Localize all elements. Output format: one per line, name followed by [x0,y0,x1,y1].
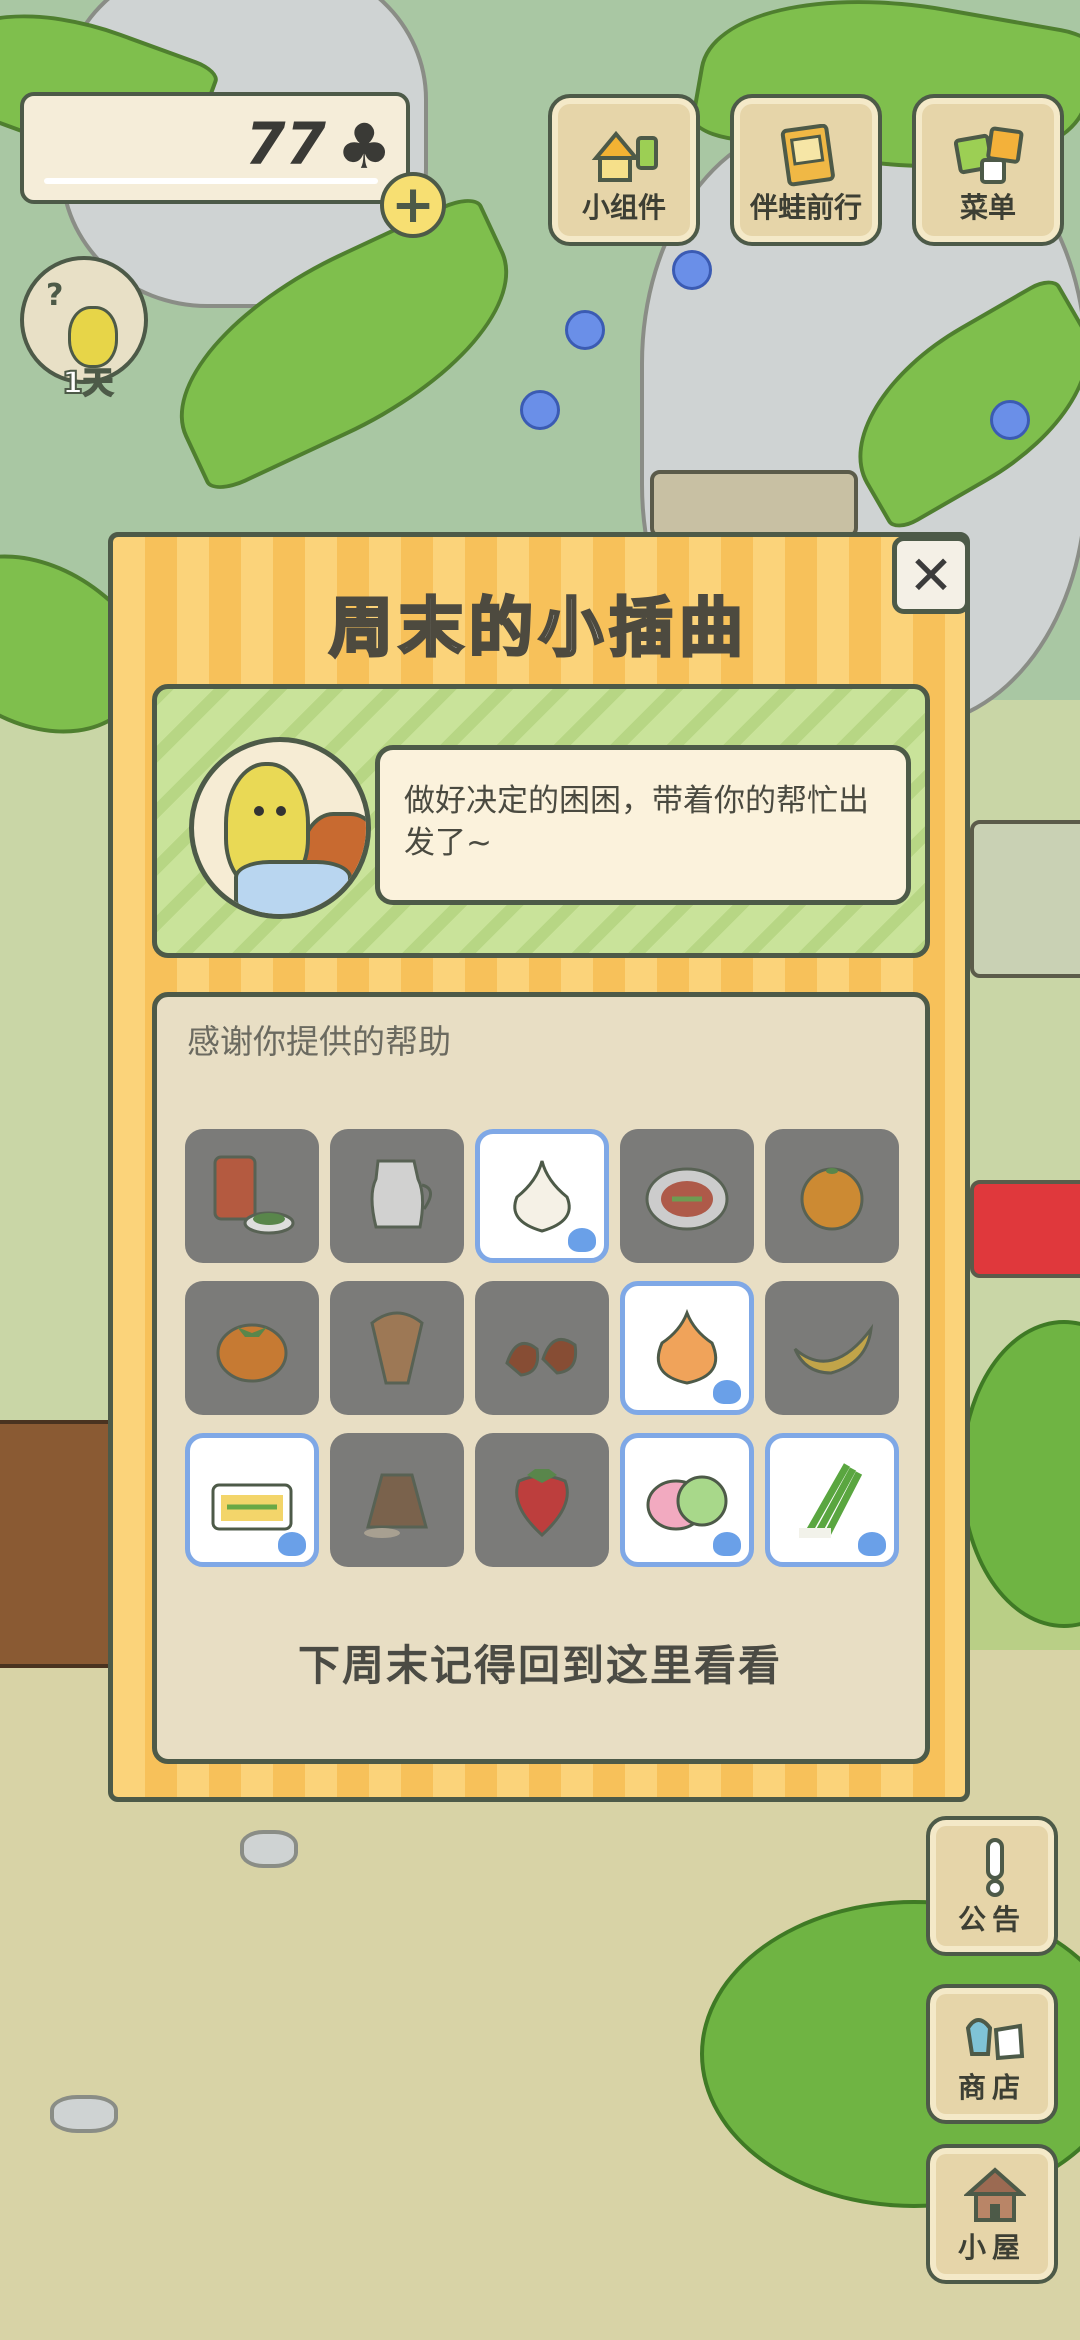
question-icon: ? [46,278,64,313]
items-caption: 感谢你提供的帮助 [187,1022,451,1061]
item-slot-milk-jug[interactable] [330,1129,464,1263]
item-slot-garlic[interactable] [475,1129,609,1263]
persimmon-icon [216,1323,288,1383]
announcement-label: 公告 [957,1903,1026,1936]
dialog-footer: 下周末记得回到这里看看 [297,1641,782,1690]
item-slot-onion[interactable] [620,1281,754,1415]
milk-jug-icon [370,1159,432,1229]
pointer-hand-icon [711,1530,743,1558]
widget-icon [591,130,658,182]
chestnuts-icon [505,1337,578,1377]
cage [970,820,1080,978]
item-slot-salad-plate[interactable] [620,1129,754,1263]
strawberry-icon [515,1469,569,1538]
orange-icon [800,1167,864,1231]
widget-button[interactable]: 小组件 [548,94,700,246]
item-slot-persimmon[interactable] [185,1281,319,1415]
flower [990,400,1030,440]
item-slot-chestnuts[interactable] [475,1281,609,1415]
widget-button-label: 小组件 [581,191,666,224]
days-away-label: 1天 [61,365,114,402]
rice-sack-icon [364,1473,428,1538]
pebble [240,1830,298,1868]
item-slot-mochi[interactable] [620,1433,754,1567]
banana-icon [793,1323,874,1375]
clover-icon: ♣ [336,110,392,183]
dialog-title: 周末的小插曲 [328,591,749,668]
snail-eye [276,806,286,816]
add-clover-button[interactable]: + [380,172,446,238]
message-panel: 做好决定的困困，带着你的帮忙出发了~ [152,684,930,958]
menu-button-label: 菜单 [959,191,1016,224]
item-slot-banana[interactable] [765,1281,899,1415]
snail-portrait [189,737,371,919]
item-slot-strawberry[interactable] [475,1433,609,1567]
travel-companion-label: 伴蛙前行 [749,191,862,224]
clover-counter: 77 ♣ [20,92,410,204]
item-slot-tea-can-and-greens[interactable] [185,1129,319,1263]
announcement-button[interactable]: 公告 [926,1816,1058,1956]
pointer-hand-icon [566,1226,598,1254]
snail-eye [254,806,264,816]
item-slot-orange[interactable] [765,1129,899,1263]
house-label: 小屋 [957,2231,1026,2264]
pointer-hand-icon [276,1530,308,1558]
house-button[interactable]: 小屋 [926,2144,1058,2284]
counter-underline [44,178,378,184]
announcement-icon [964,1836,1026,1898]
flower [672,250,712,290]
item-slot-green-onion[interactable] [765,1433,899,1567]
clover-count: 77 [245,110,326,178]
nut-bouquet-icon [370,1311,424,1385]
travel-companion-button[interactable]: 伴蛙前行 [730,94,882,246]
shop-icon [964,2004,1026,2066]
item-slot-rice-sack[interactable] [330,1433,464,1567]
shop-label: 商店 [957,2071,1026,2104]
travel-book-icon [780,124,835,187]
house-icon [964,2164,1026,2226]
menu-button[interactable]: 菜单 [912,94,1064,246]
menu-cards-icon [954,126,1024,184]
item-grid [185,1129,899,1567]
salad-plate-icon [645,1167,729,1231]
flower [565,310,605,350]
tea-can-and-greens-icon [213,1155,295,1235]
speech-bubble: 做好决定的困困，带着你的帮忙出发了~ [375,745,911,905]
item-slot-nut-bouquet[interactable] [330,1281,464,1415]
flower [520,390,560,430]
snail-scarf [234,860,352,914]
pointer-hand-icon [856,1530,888,1558]
item-slot-bento-box[interactable] [185,1433,319,1567]
shop-button[interactable]: 商店 [926,1984,1058,2124]
hut-roof [650,470,858,538]
close-button[interactable]: ✕ [892,536,970,614]
pointer-hand-icon [711,1378,743,1406]
pebble [50,2095,118,2133]
mailbox [970,1180,1080,1278]
